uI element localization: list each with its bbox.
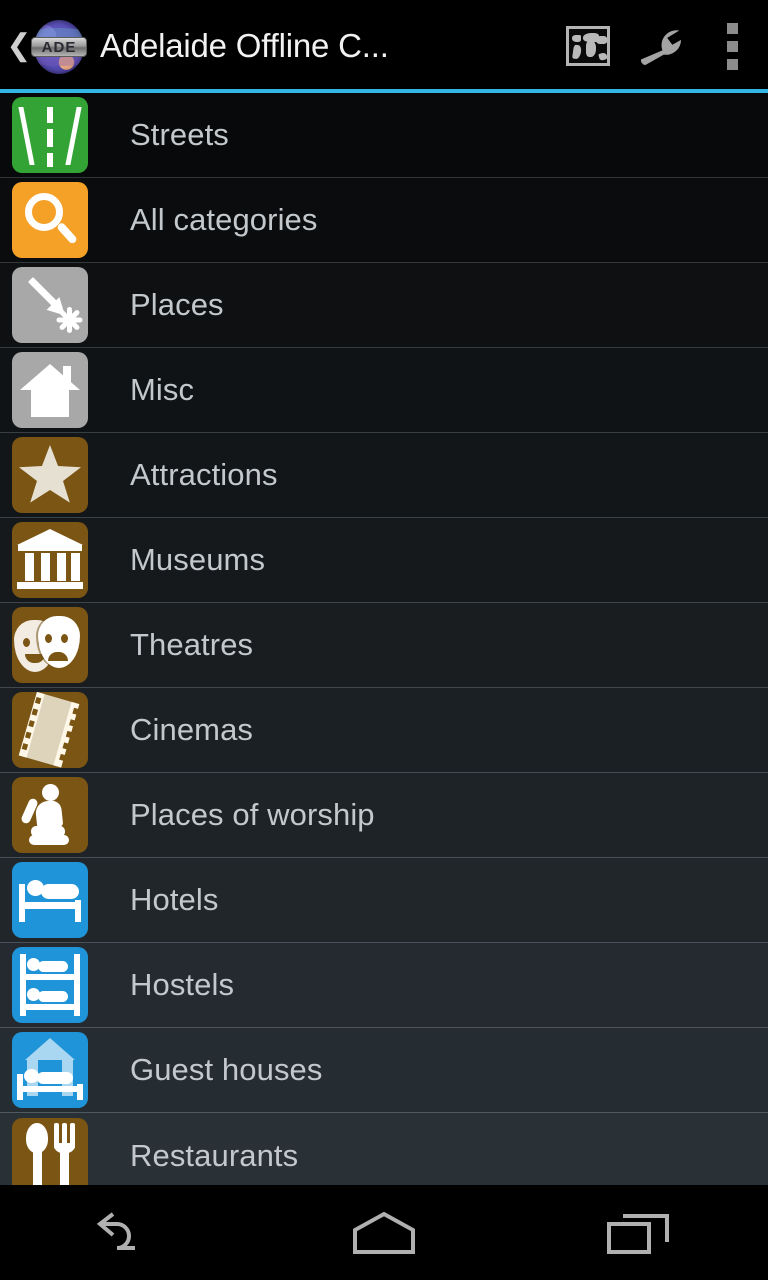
system-navigation-bar <box>0 1185 768 1280</box>
theatre-masks-icon <box>12 607 88 683</box>
app-logo-text: ADE <box>41 38 77 56</box>
list-item-label: Restaurants <box>130 1137 299 1173</box>
list-item[interactable]: Cinemas <box>0 688 768 773</box>
world-map-icon <box>566 26 610 66</box>
list-item-label: Streets <box>130 117 229 152</box>
tools-button[interactable] <box>624 0 696 92</box>
road-icon <box>12 97 88 173</box>
list-item[interactable]: Hotels <box>0 858 768 943</box>
nav-home-button[interactable] <box>256 1185 512 1280</box>
back-arrow-icon <box>96 1211 135 1250</box>
list-item[interactable]: Guest houses <box>0 1028 768 1113</box>
list-item[interactable]: Theatres <box>0 603 768 688</box>
list-item[interactable]: Museums <box>0 518 768 603</box>
list-item-label: Theatres <box>130 627 254 662</box>
magnifier-icon <box>12 182 88 258</box>
category-list[interactable]: Streets All categories Places Misc Attra… <box>0 93 768 1185</box>
list-item-label: Museums <box>130 542 266 577</box>
list-item[interactable]: All categories <box>0 178 768 263</box>
back-chevron-icon[interactable]: ❮ <box>6 31 32 61</box>
star-icon <box>12 437 88 513</box>
phone-screen: ❮ ADE Adelaide Offline C... Streets All … <box>0 0 768 1280</box>
guest-house-icon <box>12 1032 88 1108</box>
list-item[interactable]: Places <box>0 263 768 348</box>
praying-person-icon <box>12 777 88 853</box>
list-item-label: Guest houses <box>130 1052 323 1087</box>
house-icon <box>12 352 88 428</box>
wrench-icon <box>640 30 682 66</box>
list-item[interactable]: Streets <box>0 93 768 178</box>
list-item-label: Cinemas <box>130 712 254 747</box>
app-logo[interactable]: ADE <box>30 18 87 74</box>
pin-burst-icon <box>12 267 88 343</box>
nav-recents-button[interactable] <box>512 1185 768 1280</box>
overflow-menu-button[interactable] <box>696 0 768 92</box>
list-item-label: All categories <box>130 202 318 237</box>
list-item-label: Places <box>130 287 224 322</box>
list-item-label: Hotels <box>130 882 219 917</box>
bed-icon <box>12 862 88 938</box>
page-title: Adelaide Offline C... <box>100 27 389 64</box>
recents-icon <box>607 1213 669 1254</box>
list-item[interactable]: Restaurants <box>0 1113 768 1185</box>
app-logo-banner: ADE <box>31 37 87 57</box>
bunk-bed-icon <box>12 947 88 1023</box>
world-map-button[interactable] <box>552 0 624 92</box>
list-item-label: Attractions <box>130 457 278 492</box>
list-item-label: Places of worship <box>130 797 375 832</box>
list-item[interactable]: Attractions <box>0 433 768 518</box>
film-strip-icon <box>12 692 88 768</box>
overflow-menu-icon <box>726 22 738 70</box>
list-item-label: Misc <box>130 372 195 407</box>
action-bar: ❮ ADE Adelaide Offline C... <box>0 0 768 93</box>
home-icon <box>353 1211 415 1254</box>
list-item[interactable]: Hostels <box>0 943 768 1028</box>
museum-icon <box>12 522 88 598</box>
list-item-label: Hostels <box>130 967 235 1002</box>
list-item[interactable]: Misc <box>0 348 768 433</box>
list-item[interactable]: Places of worship <box>0 773 768 858</box>
nav-back-button[interactable] <box>0 1185 256 1280</box>
cutlery-icon <box>12 1117 88 1185</box>
action-bar-actions <box>552 0 768 92</box>
